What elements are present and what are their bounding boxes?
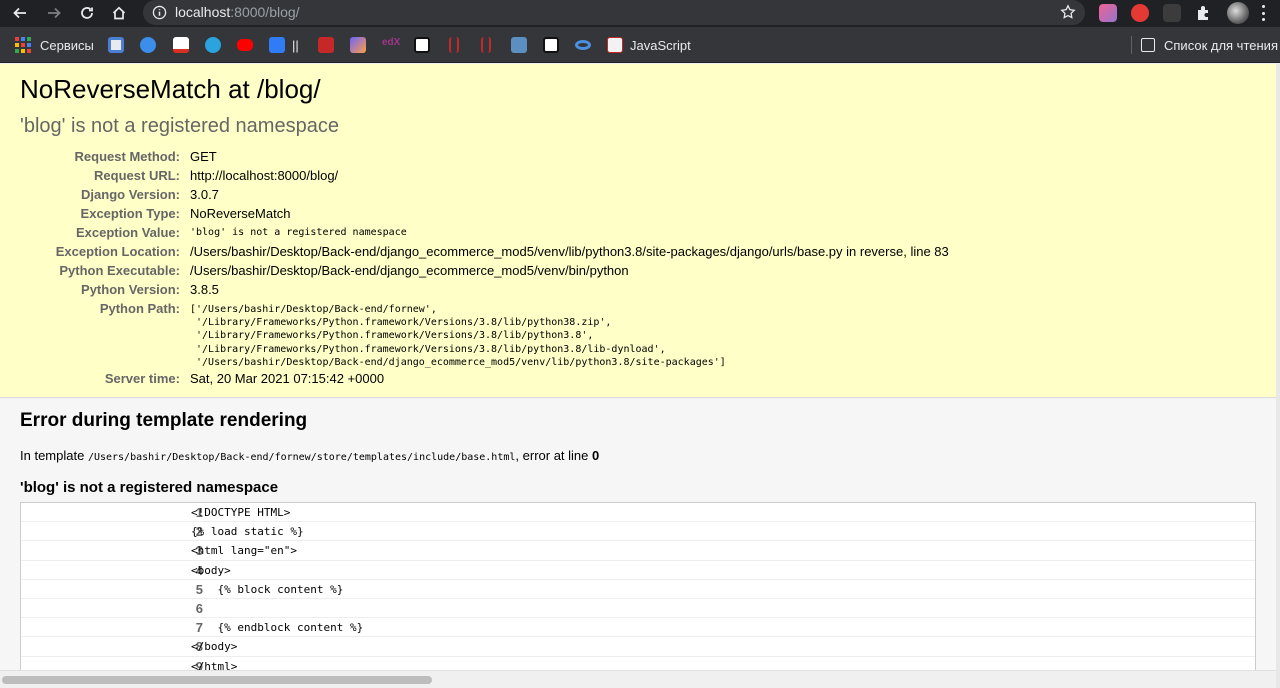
bookmark-building[interactable] — [318, 36, 341, 54]
meta-row: Python Executable: /Users/bashir/Desktop… — [59, 263, 629, 278]
back-button[interactable] — [9, 2, 31, 24]
bookmark-telegram[interactable] — [205, 36, 228, 54]
edx-icon: edX — [382, 37, 401, 48]
bridge-icon — [511, 37, 527, 53]
template-location: In template /Users/bashir/Desktop/Back-e… — [20, 448, 600, 463]
template-error-section: Error during template rendering In templ… — [0, 399, 1276, 678]
source-line: 3 <html lang="en"> — [21, 541, 1255, 561]
horizontal-scrollbar[interactable] — [0, 670, 1276, 688]
bookmark-codepen[interactable] — [414, 36, 437, 54]
bookmark-gmail[interactable] — [173, 36, 196, 54]
telegram-icon — [205, 37, 221, 53]
tower-icon — [449, 37, 459, 53]
photo-icon — [350, 37, 366, 53]
source-line: 8 </body> — [21, 637, 1255, 657]
bookmark-infinity[interactable] — [575, 36, 598, 54]
meta-row: Exception Location: /Users/bashir/Deskto… — [55, 244, 949, 259]
bookmark-tower-2[interactable] — [478, 36, 498, 54]
at-sign-icon — [140, 37, 156, 53]
horizontal-scrollbar-thumb[interactable] — [2, 676, 432, 684]
browser-menu-icon[interactable] — [1262, 5, 1266, 21]
reading-list-icon — [1141, 38, 1155, 52]
vertical-scrollbar[interactable] — [1276, 64, 1280, 688]
meta-row: Request Method: GET — [74, 149, 217, 164]
bookmark-photo[interactable] — [350, 36, 373, 54]
codepen-icon — [414, 37, 430, 53]
template-source-table: 1 <!DOCTYPE HTML> 2 {% load static %} 3 <ht… — [20, 502, 1256, 678]
meta-row: Python Version: 3.8.5 — [81, 282, 219, 297]
bookmarks-bar: Сервисы || edX JavaScript Список для чте… — [0, 27, 1280, 63]
source-line: 4 <body> — [21, 561, 1255, 580]
meta-row: Django Version: 3.0.7 — [81, 187, 219, 202]
codepen-icon — [543, 37, 559, 53]
error-summary: NoReverseMatch at /blog/ 'blog' is not a… — [0, 64, 1276, 398]
bookmark-edx[interactable]: edX — [382, 36, 409, 54]
bookmark-javascript[interactable]: JavaScript — [607, 36, 691, 54]
bookmark-youtube[interactable] — [237, 36, 260, 54]
bookmark-mail-at[interactable] — [140, 36, 163, 54]
bookmark-chat[interactable]: || — [269, 36, 299, 54]
source-line: 6 — [21, 599, 1255, 619]
home-button[interactable] — [108, 2, 130, 24]
forward-button[interactable] — [43, 2, 65, 24]
arrow-left-icon — [13, 7, 26, 19]
extension-icon[interactable] — [1099, 4, 1117, 22]
js-icon — [607, 37, 623, 53]
chat-icon — [269, 37, 285, 53]
search-bookmark-icon — [108, 37, 124, 53]
template-error-message: 'blog' is not a registered namespace — [20, 479, 279, 496]
bookmark-tower-1[interactable] — [446, 36, 466, 54]
arrow-right-icon — [48, 7, 61, 19]
gmail-icon — [173, 37, 189, 53]
source-line: 1 <!DOCTYPE HTML> — [21, 503, 1255, 523]
browser-toolbar: localhost:8000/blog/ — [0, 0, 1280, 27]
source-line: 5 {% block content %} — [21, 580, 1255, 599]
extension-recording-icon[interactable] — [1131, 4, 1149, 22]
reload-button[interactable] — [76, 2, 98, 24]
address-bar[interactable]: localhost:8000/blog/ — [143, 0, 1085, 25]
url-text: localhost:8000/blog/ — [175, 4, 300, 20]
meta-row: Exception Type: NoReverseMatch — [80, 206, 291, 221]
source-line: 7 {% endblock content %} — [21, 618, 1255, 638]
bookmark-star-icon[interactable] — [1060, 4, 1076, 20]
meta-row: Server time: Sat, 20 Mar 2021 07:15:42 +… — [104, 371, 385, 386]
bookmark-search[interactable] — [108, 36, 131, 54]
bookmark-services[interactable]: Сервисы — [15, 36, 94, 54]
infinity-icon — [575, 40, 591, 50]
bookmark-codepen-2[interactable] — [543, 36, 566, 54]
profile-avatar[interactable] — [1227, 2, 1249, 24]
youtube-icon — [237, 39, 253, 51]
error-title: NoReverseMatch at /blog/ — [20, 74, 321, 104]
meta-row-python-path: Python Path: ['/Users/bashir/Desktop/Bac… — [99, 301, 726, 368]
error-subtitle: 'blog' is not a registered namespace — [20, 115, 339, 137]
home-icon — [112, 6, 126, 20]
template-error-heading: Error during template rendering — [20, 410, 308, 431]
extensions-puzzle-icon[interactable] — [1195, 4, 1213, 22]
bookmark-bridge[interactable] — [511, 36, 534, 54]
meta-row: Request URL: http://localhost:8000/blog/ — [94, 168, 339, 183]
apps-grid-icon — [15, 37, 31, 53]
building-icon — [318, 37, 334, 53]
python-path-list: ['/Users/bashir/Desktop/Back-end/fornew'… — [190, 304, 726, 368]
meta-row: Exception Value: 'blog' is not a registe… — [75, 225, 407, 240]
extension-cube-icon[interactable] — [1163, 4, 1181, 22]
source-line: 2 {% load static %} — [21, 522, 1255, 542]
info-icon[interactable] — [152, 5, 167, 20]
reading-list-button[interactable]: Список для чтения — [1131, 36, 1278, 54]
reload-icon — [81, 7, 93, 19]
tower-icon — [481, 37, 491, 53]
